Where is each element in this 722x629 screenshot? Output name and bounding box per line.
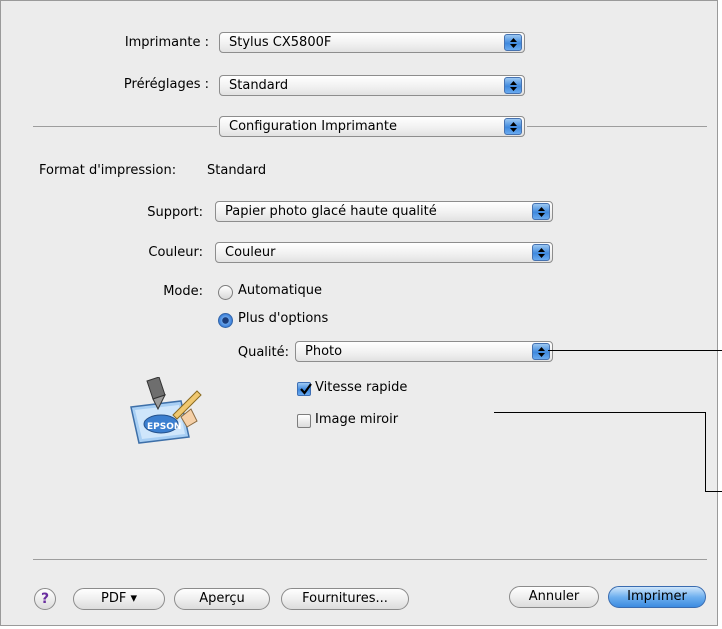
popup-arrows-icon [504, 118, 522, 135]
panel-popup-value: Configuration Imprimante [229, 119, 397, 134]
color-label: Couleur: [148, 245, 203, 260]
bottom-separator [33, 559, 707, 560]
pdf-button[interactable]: PDF ▾ [73, 588, 165, 610]
mode-automatic-label[interactable]: Automatique [238, 283, 322, 298]
callout-line-quality [548, 350, 722, 351]
popup-arrows-icon [532, 203, 550, 220]
panel-popup[interactable]: Configuration Imprimante [219, 116, 525, 137]
mode-more-options-label[interactable]: Plus d'options [238, 311, 328, 326]
print-dialog: Imprimante : Stylus CX5800F Préréglages … [0, 0, 718, 626]
mode-label: Mode: [163, 284, 203, 299]
color-popup[interactable]: Couleur [215, 242, 553, 263]
fast-speed-label[interactable]: Vitesse rapide [315, 380, 407, 395]
quality-popup-value: Photo [305, 344, 343, 359]
callout-line-mirror-vertical [705, 412, 706, 492]
popup-arrows-icon [532, 244, 550, 261]
support-popup[interactable]: Papier photo glacé haute qualité [215, 201, 553, 222]
format-value: Standard [207, 163, 267, 178]
epson-logo-text: EPSON [147, 422, 181, 432]
callout-line-mirror-horizontal [494, 412, 706, 413]
epson-printer-icon: EPSON [125, 376, 209, 447]
fast-speed-checkbox[interactable] [297, 382, 312, 396]
presets-popup-value: Standard [229, 78, 289, 93]
format-label: Format d'impression: [39, 163, 177, 178]
mirror-image-label[interactable]: Image miroir [315, 412, 398, 427]
mode-more-options-radio[interactable] [218, 313, 233, 328]
mirror-image-checkbox[interactable] [297, 414, 311, 428]
popup-arrows-icon [532, 343, 550, 360]
support-label: Support: [147, 205, 203, 220]
printer-popup-value: Stylus CX5800F [229, 35, 332, 50]
check-mark-icon [300, 383, 312, 395]
panel-separator-right [527, 126, 707, 127]
printer-label: Imprimante : [124, 35, 209, 50]
panel-separator-left [33, 126, 217, 127]
help-button[interactable]: ? [34, 588, 56, 610]
presets-label: Préréglages : [123, 77, 209, 92]
help-icon: ? [40, 591, 50, 607]
print-button[interactable]: Imprimer [608, 586, 706, 608]
printer-popup[interactable]: Stylus CX5800F [219, 32, 525, 53]
support-popup-value: Papier photo glacé haute qualité [225, 204, 437, 219]
callout-line-mirror-tail [705, 491, 722, 492]
color-popup-value: Couleur [225, 245, 276, 260]
mode-automatic-radio[interactable] [218, 285, 233, 300]
quality-label: Qualité: [237, 345, 289, 360]
preview-button[interactable]: Aperçu [174, 588, 270, 610]
supplies-button[interactable]: Fournitures... [281, 588, 409, 610]
quality-popup[interactable]: Photo [295, 341, 553, 362]
popup-arrows-icon [504, 77, 522, 94]
popup-arrows-icon [504, 34, 522, 51]
cancel-button[interactable]: Annuler [509, 586, 599, 608]
presets-popup[interactable]: Standard [219, 75, 525, 96]
